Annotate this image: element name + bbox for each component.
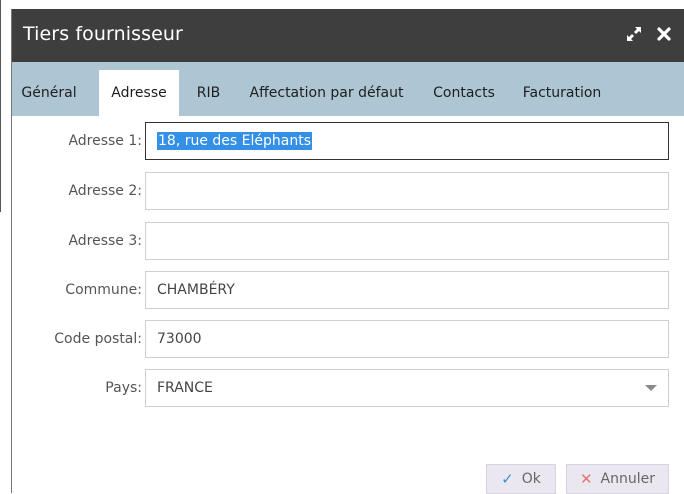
commune-label: Commune: <box>65 282 142 298</box>
adresse2-field[interactable] <box>145 172 669 210</box>
row-adresse3: Adresse 3: <box>12 222 684 260</box>
code-postal-label: Code postal: <box>54 331 142 347</box>
adresse3-label: Adresse 3: <box>68 233 142 249</box>
checkmark-icon: ✓ <box>501 469 514 488</box>
tab-rib[interactable]: RIB <box>187 70 230 116</box>
dialog-titlebar[interactable]: Tiers fournisseur <box>12 9 684 62</box>
supplier-dialog: Tiers fournisseur Général Adresse RIB Af… <box>11 9 684 494</box>
row-commune: Commune: CHAMBÉRY <box>12 271 684 309</box>
adresse1-label: Adresse 1: <box>68 133 142 149</box>
adresse3-field[interactable] <box>145 222 669 260</box>
row-code-postal: Code postal: 73000 <box>12 320 684 358</box>
close-x-icon[interactable] <box>656 26 672 42</box>
ok-button[interactable]: ✓ Ok <box>486 464 556 494</box>
tab-affectation[interactable]: Affectation par défaut <box>237 70 416 116</box>
chevron-down-icon[interactable] <box>645 385 657 391</box>
pays-select[interactable]: FRANCE <box>145 369 669 407</box>
code-postal-field[interactable]: 73000 <box>145 320 669 358</box>
background-window-edge <box>0 0 1 212</box>
pays-value: FRANCE <box>157 380 213 396</box>
row-pays: Pays: FRANCE <box>12 369 684 407</box>
ok-button-label: Ok <box>521 471 541 487</box>
tab-facturation[interactable]: Facturation <box>512 70 612 116</box>
tab-adresse[interactable]: Adresse <box>99 70 179 116</box>
tab-contacts[interactable]: Contacts <box>424 70 504 116</box>
adresse1-field[interactable]: 18, rue des Eléphants <box>145 122 669 160</box>
cross-icon: ✕ <box>579 469 593 488</box>
titlebar-controls <box>625 25 672 43</box>
row-adresse2: Adresse 2: <box>12 172 684 210</box>
row-adresse1: Adresse 1: 18, rue des Eléphants <box>12 122 684 160</box>
cancel-button-label: Annuler <box>600 471 656 487</box>
cancel-button[interactable]: ✕ Annuler <box>566 464 669 494</box>
background: Tiers fournisseur Général Adresse RIB Af… <box>0 0 684 494</box>
adresse2-label: Adresse 2: <box>68 183 142 199</box>
pays-label: Pays: <box>105 380 142 396</box>
tab-bar: Général Adresse RIB Affectation par défa… <box>12 62 684 116</box>
commune-field[interactable]: CHAMBÉRY <box>145 271 669 309</box>
expand-arrows-icon[interactable] <box>625 25 643 43</box>
dialog-title: Tiers fournisseur <box>23 23 183 45</box>
tab-general[interactable]: Général <box>12 70 86 116</box>
adresse1-value: 18, rue des Eléphants <box>157 132 312 150</box>
